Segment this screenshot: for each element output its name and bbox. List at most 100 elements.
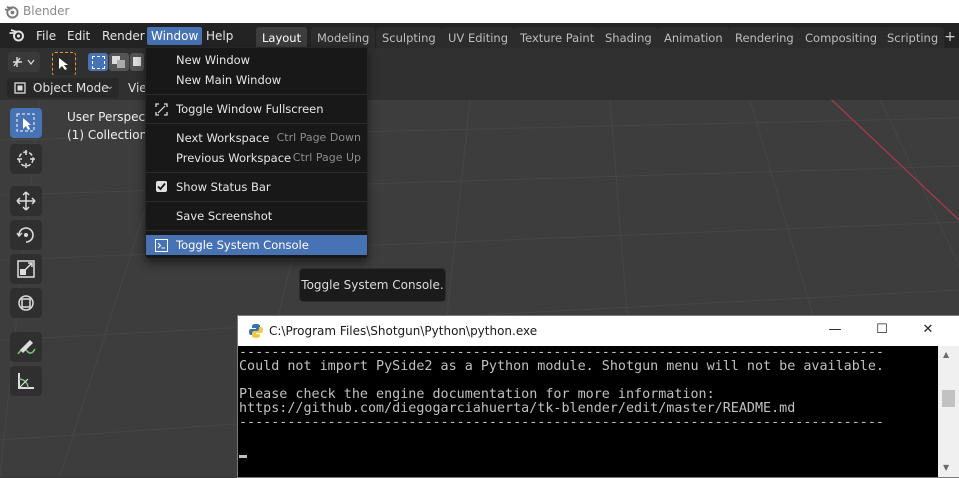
select-subtract-icon: [133, 57, 141, 66]
blender-menu-icon[interactable]: [9, 28, 25, 42]
select-box-icon: [16, 113, 35, 132]
menu-separator: [146, 123, 367, 124]
tab-uv-editing[interactable]: UV Editing: [442, 27, 514, 48]
menu-item-shortcut: Ctrl Page Up: [292, 151, 361, 164]
menu-item-toggle-fullscreen[interactable]: Toggle Window Fullscreen: [146, 99, 367, 119]
console-line: Please check the engine documentation fo…: [239, 387, 715, 402]
tab-compositing[interactable]: Compositing: [799, 27, 884, 48]
menu-file[interactable]: File: [32, 27, 60, 45]
scale-tool[interactable]: [10, 254, 42, 284]
tab-sculpting[interactable]: Sculpting: [376, 27, 442, 48]
text-cursor: [239, 455, 247, 458]
object-mode-icon: [14, 82, 26, 94]
minimize-button[interactable]: —: [826, 322, 844, 340]
select-extend-button[interactable]: [109, 53, 129, 71]
cursor-arrow-icon: [59, 58, 68, 70]
scroll-up-icon[interactable]: ▲: [943, 350, 949, 359]
menu-item-label: New Window: [176, 53, 251, 67]
annotate-tool[interactable]: [10, 332, 42, 362]
cursor-crosshair-icon: [17, 150, 35, 168]
add-workspace-button[interactable]: +: [941, 27, 959, 47]
measure-ruler-icon: [18, 373, 34, 389]
checkmark-icon: [157, 182, 166, 191]
menu-item-new-window[interactable]: New Window: [146, 50, 367, 70]
maximize-button[interactable]: ☐: [873, 322, 891, 340]
console-line: https://github.com/diegogarciahuerta/tk-…: [239, 401, 796, 416]
close-button[interactable]: ✕: [919, 322, 937, 340]
menu-item-previous-workspace[interactable]: Previous Workspace Ctrl Page Up: [146, 148, 367, 168]
menu-item-label: Next Workspace: [176, 131, 270, 145]
tab-texture-paint[interactable]: Texture Paint: [514, 27, 601, 48]
console-line: Could not import PySide2 as a Python mod…: [239, 359, 884, 374]
menu-window[interactable]: Window: [147, 27, 203, 45]
tab-scripting[interactable]: Scripting: [881, 27, 945, 48]
menu-item-label: New Main Window: [176, 73, 282, 87]
rotate-tool[interactable]: [10, 220, 42, 250]
console-scrollbar[interactable]: ▲ ▼: [938, 346, 959, 477]
menu-item-label: Previous Workspace: [176, 151, 292, 165]
console-title: C:\Program Files\Shotgun\Python\python.e…: [269, 324, 538, 338]
tab-animation[interactable]: Animation: [658, 27, 729, 48]
tab-layout[interactable]: Layout: [256, 27, 308, 48]
console-line: ----------------------------------------…: [239, 346, 884, 360]
menu-separator: [146, 172, 367, 173]
cursor-tool[interactable]: [10, 144, 42, 174]
select-new-button[interactable]: [88, 53, 108, 71]
top-menubar: File Edit Render Window Help Layout Mode…: [0, 23, 959, 48]
tab-shading[interactable]: Shading: [599, 27, 658, 48]
transform-icon: [18, 295, 34, 311]
checkbox-icon[interactable]: [156, 181, 167, 192]
select-new-icon: [92, 56, 105, 69]
window-title: Blender: [23, 4, 70, 18]
select-mode-button[interactable]: [52, 52, 76, 76]
collection-label: (1) Collection |: [67, 128, 156, 142]
transform-tool[interactable]: [10, 288, 42, 318]
rotate-icon: [16, 227, 34, 243]
console-output[interactable]: ----------------------------------------…: [238, 346, 938, 477]
tooltip: Toggle System Console.: [299, 268, 446, 302]
menu-item-label: Toggle Window Fullscreen: [176, 102, 324, 116]
tab-rendering[interactable]: Rendering: [729, 27, 800, 48]
scroll-thumb[interactable]: [942, 390, 955, 407]
select-subtract-button[interactable]: [130, 53, 144, 71]
console-title-bar[interactable]: C:\Program Files\Shotgun\Python\python.e…: [238, 316, 959, 346]
python-icon: [249, 324, 263, 338]
scale-icon: [17, 260, 35, 278]
move-arrows-icon: [16, 191, 36, 211]
menu-item-save-screenshot[interactable]: Save Screenshot: [146, 206, 367, 226]
window-menu-dropdown: New Window New Main Window Toggle Window…: [145, 47, 368, 259]
menu-item-next-workspace[interactable]: Next Workspace Ctrl Page Down: [146, 128, 367, 148]
transform-orientation-button[interactable]: [8, 52, 40, 72]
menu-item-show-status-bar[interactable]: Show Status Bar: [146, 177, 367, 197]
object-mode-label: Object Mode: [33, 81, 109, 95]
menu-item-label: Save Screenshot: [176, 209, 273, 223]
menu-item-shortcut: Ctrl Page Down: [276, 131, 361, 144]
scroll-down-icon[interactable]: ▼: [943, 463, 949, 472]
menu-help[interactable]: Help: [202, 27, 237, 45]
system-console-window[interactable]: C:\Program Files\Shotgun\Python\python.e…: [237, 315, 959, 478]
select-box-tool[interactable]: [10, 108, 42, 138]
annotate-pen-icon: [17, 340, 36, 355]
tool-header: [0, 48, 959, 76]
view-menu[interactable]: Vie: [128, 81, 147, 95]
menu-item-label: Show Status Bar: [176, 180, 271, 194]
menu-item-label: Toggle System Console: [176, 238, 309, 252]
blender-logo-icon: [4, 6, 19, 19]
fullscreen-icon: [155, 103, 168, 116]
menu-render[interactable]: Render: [98, 27, 149, 45]
move-tool[interactable]: [10, 186, 42, 216]
menu-item-new-main-window[interactable]: New Main Window: [146, 70, 367, 90]
menu-separator: [146, 201, 367, 202]
chevron-down-icon: ⌄: [105, 81, 114, 92]
object-mode-dropdown[interactable]: Object Mode ⌄: [7, 78, 119, 98]
menu-separator: [146, 230, 367, 231]
menu-edit[interactable]: Edit: [63, 27, 94, 45]
console-line: ----------------------------------------…: [239, 415, 884, 430]
console-icon: [155, 239, 168, 252]
orientation-icon: [13, 57, 35, 67]
menu-separator: [146, 94, 367, 95]
tab-modeling[interactable]: Modeling: [311, 27, 376, 48]
menu-item-toggle-system-console[interactable]: Toggle System Console: [146, 235, 367, 255]
os-title-bar: Blender: [0, 0, 959, 23]
measure-tool[interactable]: [10, 366, 42, 396]
